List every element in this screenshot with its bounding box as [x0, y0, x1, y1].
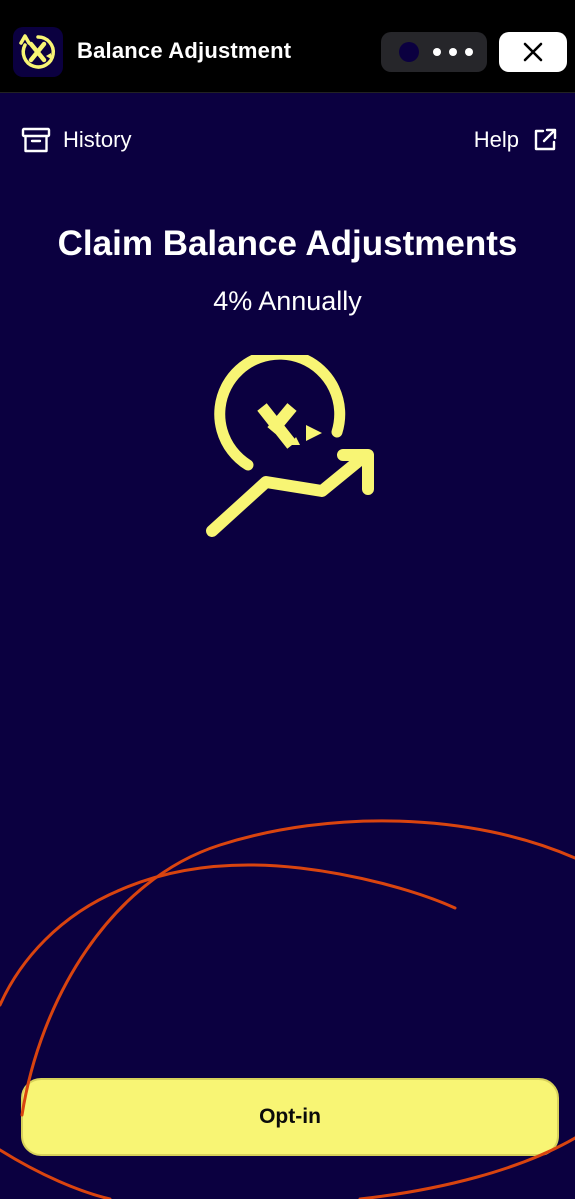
opt-in-button[interactable]: Opt-in	[21, 1078, 559, 1156]
hand-drawn-annotation	[0, 819, 575, 1199]
history-label: History	[63, 127, 132, 152]
more-options-button[interactable]	[381, 32, 487, 72]
screen: Balance Adjustment History Help Claim Ba…	[0, 0, 575, 1199]
top-bar: Balance Adjustment	[0, 0, 575, 93]
close-icon	[523, 42, 543, 62]
app-title: Balance Adjustment	[77, 38, 292, 63]
external-link-icon	[534, 128, 557, 151]
x-coin-rotate-icon	[19, 34, 55, 69]
close-button[interactable]	[499, 32, 567, 72]
x-growth-arrow-icon	[206, 355, 374, 537]
rate-subtitle: 4% Annually	[213, 286, 362, 316]
page-title: Claim Balance Adjustments	[57, 224, 518, 263]
help-label: Help	[473, 127, 519, 152]
help-link[interactable]: Help	[474, 124, 559, 156]
history-link[interactable]: History	[21, 124, 131, 156]
ellipsis-icon	[433, 48, 473, 56]
app-icon	[13, 27, 63, 77]
status-dot	[399, 42, 419, 62]
archive-box-icon	[21, 127, 51, 153]
